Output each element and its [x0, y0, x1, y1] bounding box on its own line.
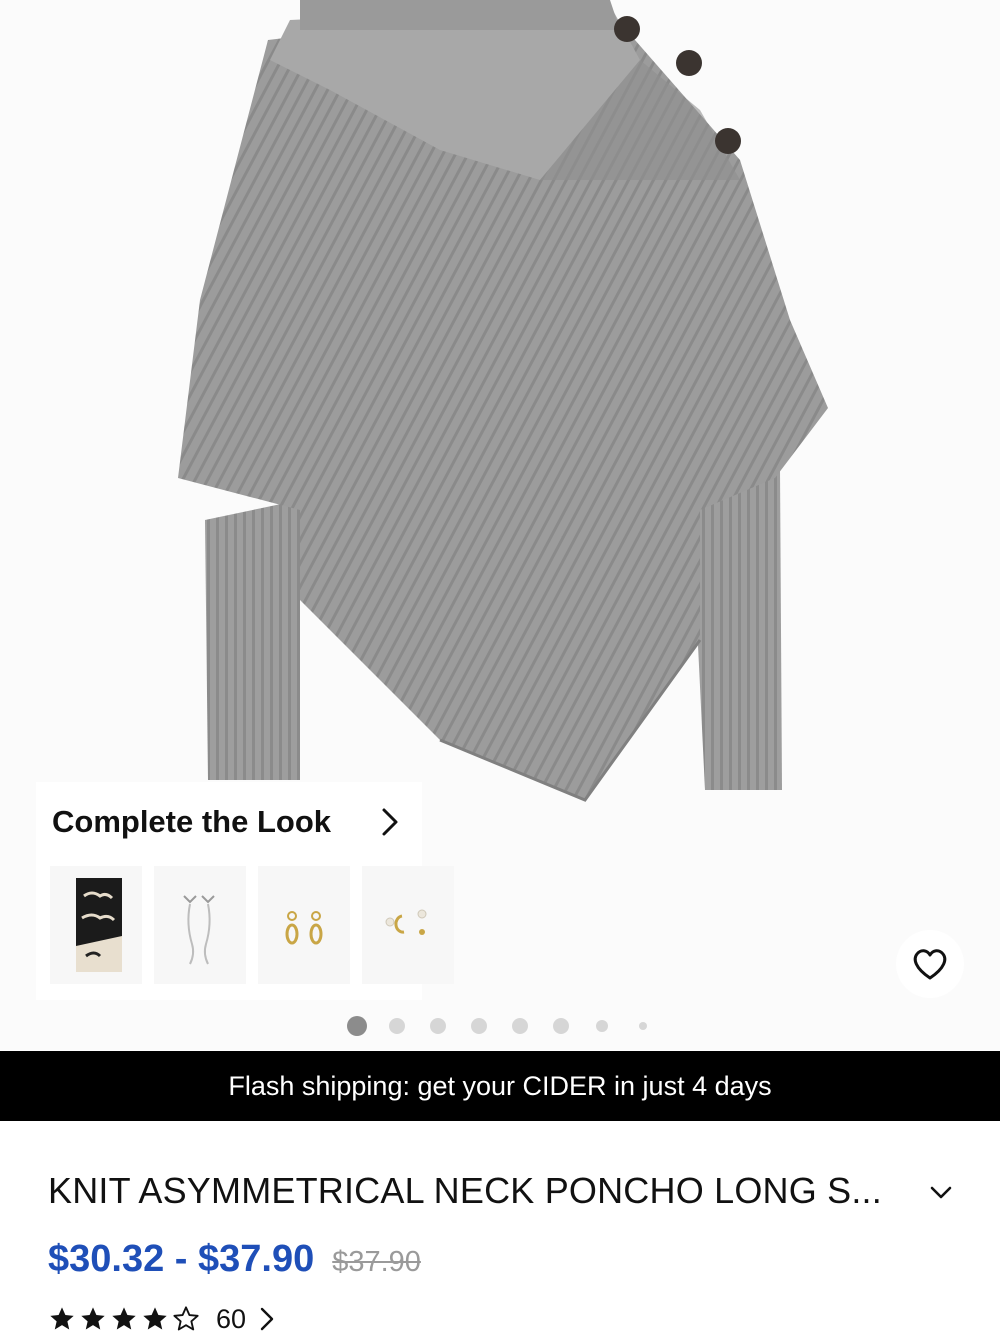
star-filled-icon [81, 1307, 105, 1330]
star-filled-icon [112, 1307, 136, 1330]
carousel-dot[interactable] [596, 1020, 608, 1032]
product-image[interactable]: Complete the Look [0, 0, 1000, 1050]
complete-the-look-items [50, 866, 454, 984]
leopard-scarf-icon [76, 878, 122, 972]
look-item-scarf[interactable] [50, 866, 142, 984]
chevron-right-icon[interactable] [372, 804, 408, 840]
wishlist-button[interactable] [896, 930, 964, 998]
rating-count: 60 [216, 1303, 247, 1334]
carousel-dot[interactable] [639, 1022, 647, 1030]
star-filled-icon [50, 1307, 74, 1330]
star-outline-icon [173, 1306, 199, 1331]
chevron-right-icon[interactable] [256, 1305, 278, 1333]
look-item-pearl-earrings[interactable] [362, 866, 454, 984]
carousel-dot[interactable] [512, 1018, 528, 1034]
product-title: KNIT ASYMMETRICAL NECK PONCHO LONG S... [48, 1170, 882, 1211]
shipping-banner-text: Flash shipping: get your CIDER in just 4… [228, 1070, 772, 1101]
carousel-dot[interactable] [389, 1018, 405, 1034]
heart-icon [913, 949, 947, 980]
original-price: $37.90 [332, 1246, 421, 1278]
price-range: $30.32 - $37.90 [48, 1238, 315, 1280]
chevron-down-icon[interactable] [924, 1176, 958, 1210]
gold-earrings-icon [285, 911, 323, 945]
carousel-dot[interactable] [553, 1018, 569, 1034]
carousel-dot[interactable] [430, 1018, 446, 1034]
pearl-earrings-icon [385, 909, 427, 935]
star-filled-icon [143, 1307, 167, 1330]
butterfly-earrings-icon [183, 895, 215, 965]
carousel-dots [0, 1016, 1000, 1036]
carousel-dot[interactable] [471, 1018, 487, 1034]
price-row: $30.32 - $37.90 $37.90 [48, 1238, 421, 1282]
shipping-banner: Flash shipping: get your CIDER in just 4… [0, 1051, 1000, 1121]
complete-the-look-title: Complete the Look [52, 804, 332, 839]
carousel-dot[interactable] [347, 1016, 367, 1036]
star-rating [48, 1305, 200, 1333]
look-item-butterfly-earrings[interactable] [154, 866, 246, 984]
complete-the-look-card[interactable]: Complete the Look [36, 782, 454, 1000]
rating-row[interactable]: 60 [48, 1302, 278, 1336]
look-item-gold-earrings[interactable] [258, 866, 350, 984]
